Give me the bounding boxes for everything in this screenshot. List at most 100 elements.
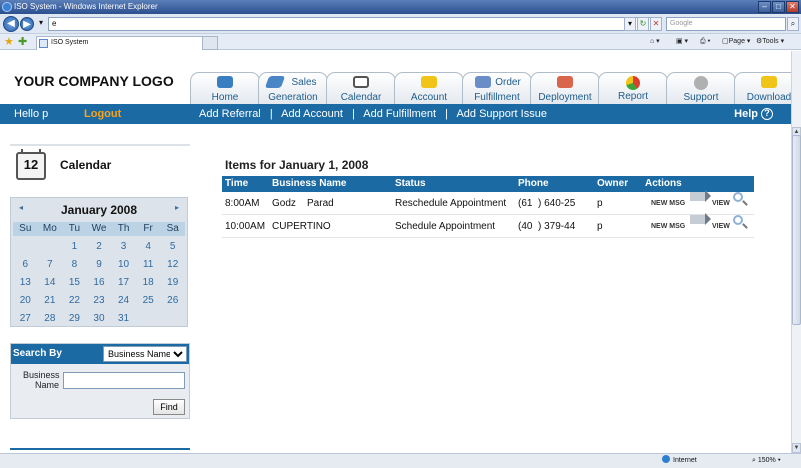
address-row: ◀ ▶ ▾ e ▾ ↻ ✕ Google ⌕ [0,14,801,34]
refresh-button[interactable]: ↻ [637,17,649,31]
calendar-day[interactable]: 17 [111,274,136,292]
tab-download[interactable]: Download [734,72,791,104]
day-of-week: Su [19,223,32,234]
business-name-input[interactable] [63,372,185,389]
back-button[interactable]: ◀ [3,16,19,32]
scroll-thumb[interactable] [792,135,801,325]
tab-account[interactable]: Account [394,72,464,104]
calendar-day[interactable]: 4 [136,238,161,256]
tab-deployment[interactable]: Deployment [530,72,600,104]
calendar-day[interactable]: 1 [62,238,87,256]
scroll-down-button[interactable]: ▼ [792,443,801,453]
stop-button[interactable]: ✕ [650,17,662,31]
calendar-day[interactable]: 6 [13,256,38,274]
calendar-day[interactable]: 28 [38,310,63,328]
divider [10,448,190,450]
print-icon[interactable]: ⎙ ▾ [700,36,711,48]
calendar-day[interactable]: 11 [136,256,161,274]
favorites-star-icon[interactable]: ★ [4,35,14,48]
address-dropdown-button[interactable]: ▾ [624,17,636,31]
day-of-week: Sa [166,223,179,234]
tab-home[interactable]: Home [190,72,260,104]
calendar-day[interactable]: 27 [13,310,38,328]
help-link[interactable]: Help? [734,104,773,124]
page-menu[interactable]: ▢Page ▾ [722,36,750,48]
next-month-icon[interactable]: ▸ [175,203,179,212]
calendar-day[interactable]: 2 [87,238,112,256]
home-icon[interactable]: ⌂ ▾ [650,36,660,48]
calendar-day[interactable]: 14 [38,274,63,292]
calendar-day[interactable]: 16 [87,274,112,292]
calendar-day[interactable]: 15 [62,274,87,292]
search-icon[interactable]: ⌕ [787,17,799,31]
new-msg-link[interactable]: NEW MSG [651,215,685,238]
calendar-day[interactable]: 7 [38,256,63,274]
add-fulfillment-link[interactable]: Add Fulfillment [363,108,436,120]
calendar-day[interactable]: 19 [160,274,185,292]
minimize-button[interactable]: – [758,1,771,13]
tab-support[interactable]: Support [666,72,736,104]
maximize-button[interactable]: □ [772,1,785,13]
add-favorite-icon[interactable]: ✚ [18,35,27,48]
calendar-day[interactable]: 5 [160,238,185,256]
favorites-row: ★ ✚ ISO System ⌂ ▾ ▣ ▾ ⎙ ▾ ▢Page ▾ ⚙Tool… [0,34,801,50]
day-of-week: We [91,223,107,234]
calendar-day[interactable]: 23 [87,292,112,310]
browser-tab-title: ISO System [51,39,89,46]
day-of-week: Tu [68,223,81,234]
new-tab-button[interactable] [202,36,218,50]
separator: | [445,108,448,120]
calendar-day[interactable]: 31 [111,310,136,328]
calendar-day[interactable]: 3 [111,238,136,256]
logout-link[interactable]: Logout [84,104,121,124]
search-by-select[interactable]: Business Name [103,346,187,362]
items-title: Items for January 1, 2008 [225,158,369,172]
view-link[interactable]: VIEW [712,215,730,238]
close-window-button[interactable]: ✕ [786,1,799,13]
calendar-day[interactable]: 29 [62,310,87,328]
tab-order-fulfillment[interactable]: Order Fulfillment [462,72,532,104]
zoom-level[interactable]: ⌕ 150% ▾ [752,454,781,468]
calendar-day[interactable]: 9 [87,256,112,274]
calendar-day[interactable]: 20 [13,292,38,310]
table-row: 10:00AM CUPERTINO Schedule Appointment (… [222,213,754,238]
folder-icon [421,76,437,88]
address-bar[interactable]: e [48,17,662,31]
calendar-day[interactable]: 30 [87,310,112,328]
column-header: Owner [597,178,629,189]
calendar-day[interactable]: 26 [160,292,185,310]
tab-calendar[interactable]: Calendar [326,72,396,104]
history-dropdown-icon[interactable]: ▾ [35,17,47,31]
calendar-day[interactable]: 22 [62,292,87,310]
tools-menu[interactable]: ⚙Tools ▾ [756,36,784,48]
new-msg-link[interactable]: NEW MSG [651,192,685,215]
calendar-day[interactable]: 12 [160,256,185,274]
calendar-day[interactable]: 21 [38,292,63,310]
feeds-icon[interactable]: ▣ ▾ [676,36,688,48]
add-support-issue-link[interactable]: Add Support Issue [456,108,547,120]
calendar-day[interactable]: 8 [62,256,87,274]
find-button[interactable]: Find [153,399,185,415]
tab-sales-generation[interactable]: Sales Generation [258,72,328,104]
add-account-link[interactable]: Add Account [281,108,343,120]
calendar-day[interactable]: 25 [136,292,161,310]
prev-month-icon[interactable]: ◂ [19,203,23,212]
calendar-day[interactable]: 18 [136,274,161,292]
calendar-day[interactable]: 24 [111,292,136,310]
add-referral-link[interactable]: Add Referral [199,108,261,120]
report-icon [626,76,640,90]
items-table: Time Business Name Status Phone Owner Ac… [222,176,754,238]
calendar-day[interactable]: 10 [111,256,136,274]
day-of-week: Th [117,223,130,234]
cell-phone: (61 ) 640-25 [518,198,576,209]
help-label: Help [734,108,758,120]
forward-button[interactable]: ▶ [20,17,34,31]
calendar-day[interactable]: 13 [13,274,38,292]
browser-tab[interactable]: ISO System [36,36,218,50]
quick-links: Add Referral | Add Account | Add Fulfill… [199,104,547,124]
vertical-scrollbar[interactable]: ▲ ▼ [791,51,801,453]
search-input[interactable]: Google [666,17,786,31]
tab-report[interactable]: Report [598,72,668,104]
calendar-icon: 12 [16,149,46,180]
view-link[interactable]: VIEW [712,192,730,215]
